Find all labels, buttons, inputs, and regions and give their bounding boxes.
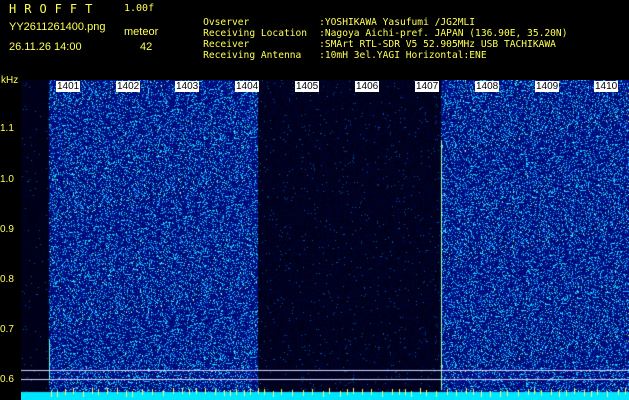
time-tick-label: 1407: [415, 81, 440, 92]
time-tick-label: 1409: [535, 81, 560, 92]
time-tick-label: 1406: [355, 81, 380, 92]
antenna-row: Receiving Antenna :10mH 3el.YAGI Horizont…: [180, 39, 487, 72]
antenna-label: Receiving Antenna: [203, 50, 302, 61]
timestamp: 26.11.26 14:00: [9, 41, 82, 53]
y-label: 1.1: [0, 123, 14, 134]
antenna-value: :10mH 3el.YAGI Horizontal:ENE: [319, 50, 487, 61]
filename: YY2611261400.png: [9, 21, 106, 33]
version-label: 1.00f: [124, 3, 155, 14]
time-tick-label: 1402: [116, 81, 141, 92]
time-tick-label: 1404: [235, 81, 260, 92]
y-label: 0.6: [0, 374, 14, 385]
meteor-label: meteor: [124, 26, 159, 38]
y-label: 1.0: [0, 174, 14, 185]
time-tick-label: 1403: [175, 81, 200, 92]
y-label: 0.9: [0, 224, 14, 235]
axis-unit: kHz: [1, 75, 19, 86]
app-title: HROFFT: [9, 2, 101, 16]
time-tick-label: 1408: [475, 81, 500, 92]
y-label: 0.8: [0, 274, 14, 285]
y-label: 0.7: [0, 324, 14, 335]
meteor-count: 42: [140, 41, 153, 53]
spectrogram: [21, 80, 629, 400]
time-tick-label: 1405: [295, 81, 320, 92]
time-tick-label: 1401: [56, 81, 81, 92]
time-tick-label: 1410: [594, 81, 619, 92]
